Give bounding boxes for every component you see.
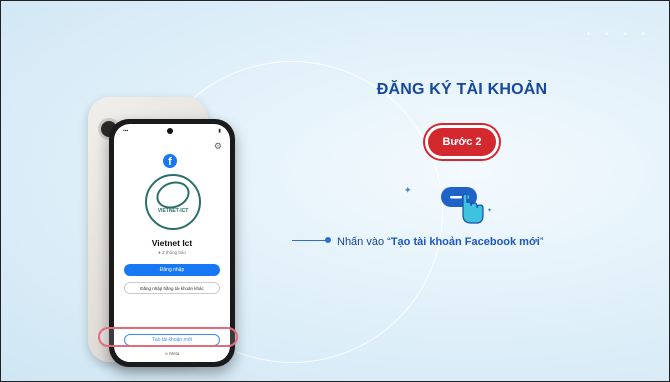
- facebook-logo-icon: f: [163, 154, 177, 168]
- decor-dots: • • • •: [586, 29, 651, 40]
- login-other-account-button[interactable]: Đăng nhập bằng tài khoản khác: [124, 282, 220, 294]
- profile-avatar[interactable]: VIETNET-ICT: [145, 174, 201, 230]
- callout-connector: [292, 240, 328, 241]
- avatar-text: VIETNET-ICT: [157, 208, 189, 214]
- create-account-highlight-ring: [98, 327, 238, 347]
- instruction-highlight: Tạo tài khoản Facebook mới: [390, 236, 540, 248]
- close-quote: ”: [539, 236, 544, 248]
- profile-name: Vietnet Ict: [151, 238, 193, 248]
- tap-hand-icon: [441, 187, 484, 224]
- instruction-prefix: Nhấn vào: [337, 236, 388, 248]
- step-badge: Bước 2: [428, 128, 496, 156]
- callout-dot: [325, 237, 331, 243]
- meta-footer: ∞ Meta: [164, 351, 180, 356]
- tutorial-slide: • • • • ✦ ✦ ĐĂNG KÝ TÀI KHOẢN Bước 2 Nhấ…: [0, 0, 670, 382]
- step-instruction: Nhấn vào “Tạo tài khoản Facebook mới”: [337, 235, 577, 249]
- decor-sparkle-icon: ✦: [404, 185, 412, 195]
- slide-title: ĐĂNG KÝ TÀI KHOẢN: [376, 81, 548, 98]
- front-camera: [167, 128, 173, 134]
- decor-sparkle-icon: ✦: [487, 208, 493, 214]
- login-button[interactable]: Đăng nhập: [124, 264, 220, 276]
- gear-icon[interactable]: ⚙: [214, 141, 222, 152]
- profile-notification-count: ● 2 thông báo: [158, 250, 186, 255]
